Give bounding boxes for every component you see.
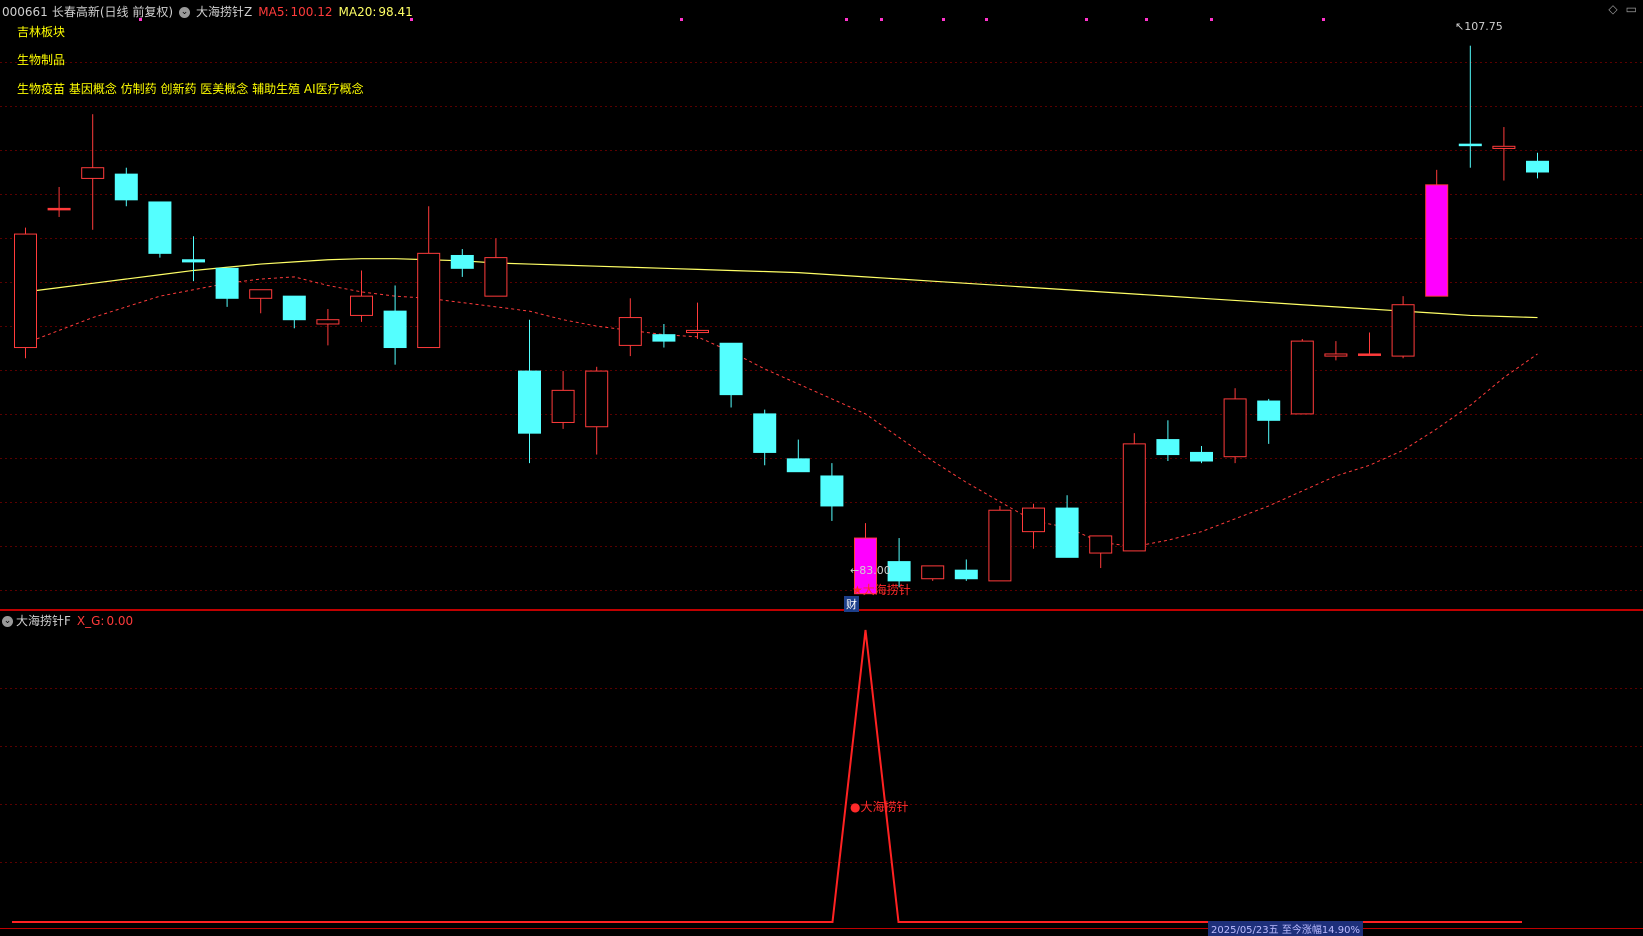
diamond-icon[interactable]: ◇ (1608, 2, 1617, 16)
stock-name[interactable]: 长春高新 (52, 5, 100, 19)
xg-signal-line (12, 629, 1522, 923)
signal-main-label: ★大海捞针 (852, 583, 911, 597)
indicator-panel-name[interactable]: 大海捞针F (16, 614, 71, 628)
ma5-label: MA5: (258, 5, 289, 19)
low-price-label: ←83.00 (850, 564, 891, 577)
collapse-icon[interactable]: ⌄ (2, 616, 13, 627)
signal-sub-label: ●大海捞针 (850, 800, 909, 814)
region-tag[interactable]: 吉林板块 (17, 23, 65, 40)
xg-label: X_G: (76, 614, 105, 628)
finance-badge[interactable]: 财 (844, 596, 859, 612)
ma5-value: 100.12 (290, 5, 333, 19)
chart-header: 000661 长春高新(日线 前复权) ⌄ 大海捞针Z MA5: 100.12 MA20: 9… (2, 3, 419, 20)
indicator-chart[interactable] (0, 0, 1643, 934)
stock-code[interactable]: 000661 (2, 5, 48, 19)
low-price-value: 83.00 (859, 564, 891, 577)
indicator-name[interactable]: 大海捞针Z (196, 5, 252, 19)
ma20-label: MA20: (338, 5, 377, 19)
indicator-grid (0, 610, 1643, 929)
concept-tags[interactable]: 生物疫苗 基因概念 仿制药 创新药 医美概念 辅助生殖 AI医疗概念 (17, 80, 364, 97)
high-price-value: 107.75 (1464, 20, 1503, 33)
indicator-header: ⌄ 大海捞针F X_G: 0.00 (2, 612, 133, 629)
ma20-value: 98.41 (378, 5, 413, 19)
corner-controls: ◇ ▭ (1600, 2, 1637, 16)
industry-tag[interactable]: 生物制品 (17, 51, 65, 68)
high-price-label: ↖107.75 (1455, 20, 1503, 33)
period-label[interactable]: (日线 前复权) (100, 5, 173, 19)
xg-value: 0.00 (106, 614, 134, 628)
restore-icon[interactable]: ▭ (1626, 2, 1637, 16)
collapse-icon[interactable]: ⌄ (179, 7, 191, 18)
